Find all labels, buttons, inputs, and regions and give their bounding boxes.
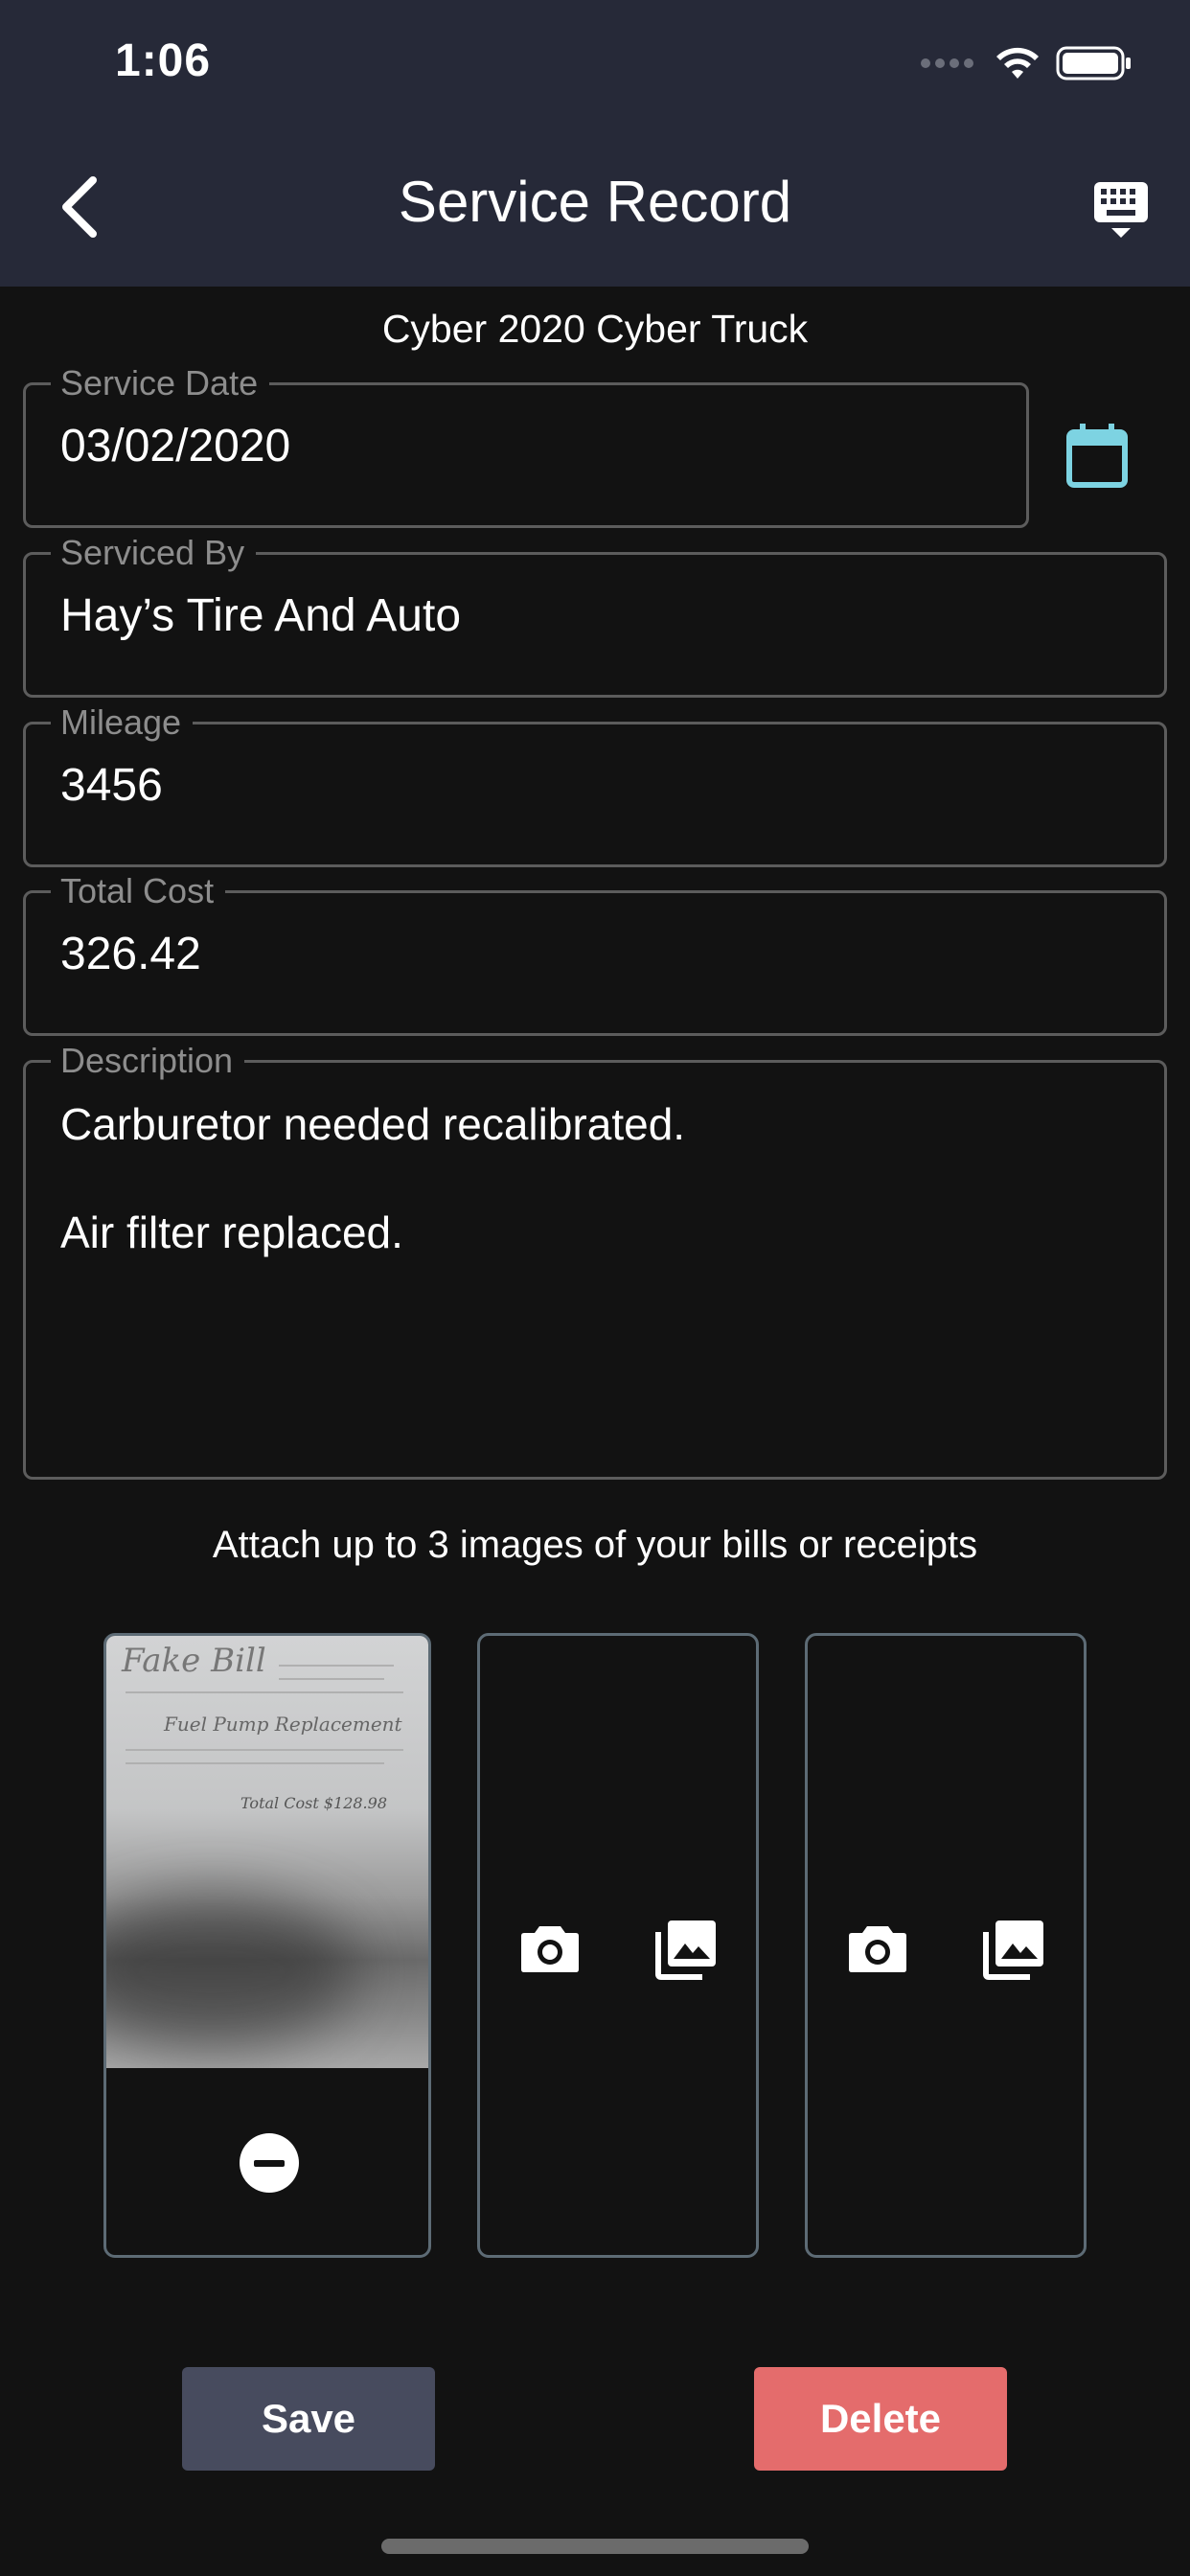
camera-icon[interactable]	[846, 1917, 909, 1980]
home-indicator[interactable]	[381, 2539, 809, 2554]
page-title: Service Record	[398, 170, 792, 234]
receipt-total: Total Cost $128.98	[240, 1794, 387, 1812]
description-label: Description	[51, 1040, 245, 1082]
receipt-line: Fuel Pump Replacement	[164, 1713, 402, 1736]
description-field[interactable]: Description Carburetor needed recalibrat…	[23, 1040, 1167, 1480]
receipt-image[interactable]: Fake Bill Fuel Pump Replacement Total Co…	[106, 1636, 428, 2068]
camera-icon[interactable]	[518, 1917, 582, 1980]
keyboard-icon[interactable]	[1092, 180, 1150, 242]
status-time: 1:06	[115, 35, 212, 86]
service-date-value[interactable]: 03/02/2020	[60, 420, 290, 472]
attachment-slot-1: Fake Bill Fuel Pump Replacement Total Co…	[103, 1633, 431, 2258]
attachment-slot-2	[477, 1633, 759, 2258]
delete-button[interactable]: Delete	[754, 2367, 1007, 2471]
total-cost-field[interactable]: Total Cost 326.42	[23, 870, 1167, 1036]
service-date-label: Service Date	[51, 362, 270, 404]
status-icons	[921, 44, 1133, 82]
serviced-by-value[interactable]: Hay’s Tire And Auto	[60, 589, 461, 642]
wifi-icon	[996, 47, 1039, 79]
calendar-icon[interactable]	[1065, 424, 1129, 489]
receipt-title: Fake Bill	[122, 1642, 266, 1680]
mileage-field[interactable]: Mileage 3456	[23, 702, 1167, 867]
serviced-by-field[interactable]: Serviced By Hay’s Tire And Auto	[23, 532, 1167, 698]
photo-library-icon[interactable]	[654, 1917, 718, 1980]
top-bar: 1:06 Service Record	[0, 0, 1190, 287]
serviced-by-label: Serviced By	[51, 532, 257, 574]
total-cost-value[interactable]: 326.42	[60, 928, 201, 980]
total-cost-label: Total Cost	[51, 870, 226, 912]
mileage-label: Mileage	[51, 702, 194, 744]
attachment-slot-3	[805, 1633, 1087, 2258]
battery-icon	[1056, 46, 1131, 80]
description-line: Carburetor needed recalibrated.	[60, 1099, 686, 1149]
remove-icon[interactable]	[240, 2133, 299, 2193]
signal-icon	[921, 58, 973, 68]
save-button[interactable]: Save	[182, 2367, 435, 2471]
description-text[interactable]: Carburetor needed recalibrated. Air filt…	[60, 1097, 685, 1314]
photo-library-icon[interactable]	[982, 1917, 1045, 1980]
service-date-field[interactable]: Service Date 03/02/2020	[23, 362, 1029, 528]
mileage-value[interactable]: 3456	[60, 759, 163, 812]
vehicle-name: Cyber 2020 Cyber Truck	[381, 307, 809, 351]
description-line: Air filter replaced.	[60, 1208, 403, 1257]
attach-prompt: Attach up to 3 images of your bills or r…	[212, 1524, 978, 1566]
